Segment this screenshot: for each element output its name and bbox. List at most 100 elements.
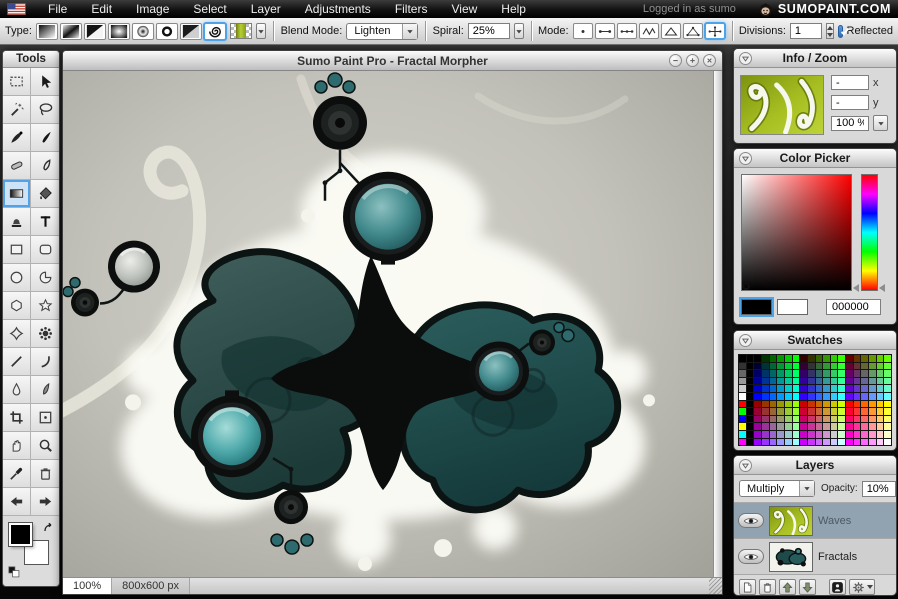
swatch-993399[interactable]: [762, 423, 769, 430]
layer-menu-button[interactable]: [849, 579, 875, 595]
swatch-FF6666[interactable]: [861, 416, 868, 423]
tool-rounded-star-shape[interactable]: [3, 320, 31, 348]
swatch-33FF99[interactable]: [838, 378, 845, 385]
gradient-preview-dropdown[interactable]: [256, 23, 266, 39]
layer-visibility-eye-icon[interactable]: [738, 549, 764, 564]
swatch-9933FF[interactable]: [762, 439, 769, 446]
swatch-99CC00[interactable]: [785, 401, 792, 408]
swatch-CCFF33[interactable]: [838, 408, 845, 415]
zoom-percent-input[interactable]: [831, 116, 869, 131]
swatch-993333[interactable]: [762, 408, 769, 415]
swatch-000000[interactable]: [747, 423, 754, 430]
swatch-0066FF[interactable]: [770, 393, 777, 400]
tool-text[interactable]: [31, 208, 59, 236]
swatch-CCCCCC[interactable]: [831, 431, 838, 438]
swatch-CC00CC[interactable]: [800, 431, 807, 438]
swatch-33FF33[interactable]: [838, 363, 845, 370]
swatch-9999CC[interactable]: [777, 431, 784, 438]
swatch-CC33FF[interactable]: [808, 439, 815, 446]
swatch-3333FF[interactable]: [808, 393, 815, 400]
menu-item-help[interactable]: Help: [489, 0, 538, 18]
swatch-CC00FF[interactable]: [800, 439, 807, 446]
swatch-FF00CC[interactable]: [846, 431, 853, 438]
swatch-006600[interactable]: [770, 355, 777, 362]
hue-pointer-icon[interactable]: [879, 284, 885, 292]
tool-blur[interactable]: [3, 376, 31, 404]
swatch-CC3399[interactable]: [808, 423, 815, 430]
collapse-panel-icon[interactable]: [739, 52, 752, 65]
swatch-33CC00[interactable]: [831, 355, 838, 362]
swatch-6633FF[interactable]: [854, 393, 861, 400]
swatch-CC9966[interactable]: [823, 416, 830, 423]
swatch-33FF66[interactable]: [838, 370, 845, 377]
swatch-993366[interactable]: [762, 416, 769, 423]
swatch-33CCCC[interactable]: [831, 385, 838, 392]
swatch-99CC33[interactable]: [785, 408, 792, 415]
window-resize-grip[interactable]: [709, 578, 722, 594]
tool-curve[interactable]: [31, 348, 59, 376]
swatch-CCCC99[interactable]: [831, 423, 838, 430]
swatch-FFFFFF[interactable]: [739, 393, 746, 400]
swatch-66FF99[interactable]: [884, 378, 891, 385]
swatch-33FFFF[interactable]: [838, 393, 845, 400]
menu-item-select[interactable]: Select: [181, 0, 238, 18]
menu-item-layer[interactable]: Layer: [239, 0, 293, 18]
swatch-009900[interactable]: [777, 355, 784, 362]
menu-item-edit[interactable]: Edit: [79, 0, 124, 18]
swatch-3300FF[interactable]: [800, 393, 807, 400]
swatch-CC66CC[interactable]: [816, 431, 823, 438]
mode-zigzag-button[interactable]: [639, 23, 659, 39]
swatch-66CC99[interactable]: [877, 378, 884, 385]
swatch-66FF33[interactable]: [884, 363, 891, 370]
swatch-6600CC[interactable]: [846, 385, 853, 392]
swatch-00CCFF[interactable]: [785, 393, 792, 400]
swatch-990099[interactable]: [754, 423, 761, 430]
tool-line[interactable]: [3, 348, 31, 376]
swatch-003399[interactable]: [762, 378, 769, 385]
swatch-996699[interactable]: [770, 423, 777, 430]
tool-zoom[interactable]: [31, 432, 59, 460]
swatch-6699CC[interactable]: [869, 385, 876, 392]
swatch-660099[interactable]: [846, 378, 853, 385]
step-up-icon[interactable]: [827, 24, 833, 31]
swatch-33CC99[interactable]: [831, 378, 838, 385]
swatch-000000[interactable]: [747, 439, 754, 446]
mode-triangle-points-button[interactable]: [683, 23, 703, 39]
opacity-input[interactable]: [862, 481, 896, 497]
tool-eyedropper[interactable]: [3, 460, 31, 488]
zoom-dropdown[interactable]: [873, 115, 888, 131]
swatch-3366CC[interactable]: [816, 385, 823, 392]
swatch-9966FF[interactable]: [770, 439, 777, 446]
swatch-FF00FF[interactable]: [739, 439, 746, 446]
foreground-color-swatch[interactable]: [741, 299, 772, 315]
swatch-666633[interactable]: [861, 363, 868, 370]
swatch-663333[interactable]: [854, 363, 861, 370]
swatch-666699[interactable]: [861, 378, 868, 385]
swatch-66CCCC[interactable]: [877, 385, 884, 392]
saturation-value-field[interactable]: [741, 174, 852, 291]
canvas-window-titlebar[interactable]: Sumo Paint Pro - Fractal Morpher: [63, 51, 722, 71]
swatch-000000[interactable]: [747, 408, 754, 415]
maximize-button[interactable]: [686, 54, 699, 67]
swatch-666666[interactable]: [739, 370, 746, 377]
swatch-990066[interactable]: [754, 416, 761, 423]
layer-effects-button[interactable]: [829, 579, 846, 595]
swatch-00FF33[interactable]: [793, 363, 800, 370]
swatch-0099CC[interactable]: [777, 385, 784, 392]
tool-hand[interactable]: [3, 432, 31, 460]
swatch-9999FF[interactable]: [777, 439, 784, 446]
swatch-CCCC00[interactable]: [831, 401, 838, 408]
swatch-339933[interactable]: [823, 363, 830, 370]
collapse-panel-icon[interactable]: [739, 459, 752, 472]
swatch-CC3300[interactable]: [808, 401, 815, 408]
swatch-CC9933[interactable]: [823, 408, 830, 415]
swatch-00FFFF[interactable]: [739, 431, 746, 438]
swatch-FF33FF[interactable]: [854, 439, 861, 446]
swatch-99FFFF[interactable]: [793, 439, 800, 446]
swatch-999999[interactable]: [739, 378, 746, 385]
swatch-FF9999[interactable]: [869, 423, 876, 430]
swatch-996633[interactable]: [770, 408, 777, 415]
swatch-CC3366[interactable]: [808, 416, 815, 423]
swatch-330033[interactable]: [800, 363, 807, 370]
blend-mode-select[interactable]: Lighten: [346, 23, 418, 40]
